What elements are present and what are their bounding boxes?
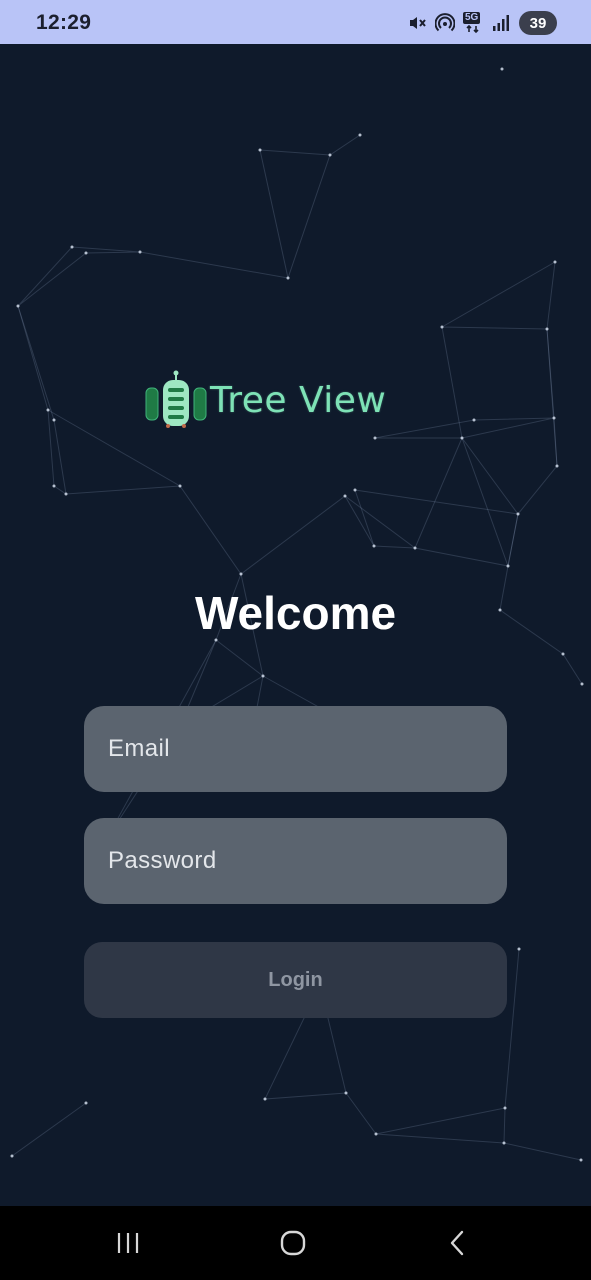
logo-text: Tree View (210, 379, 387, 421)
network-type-label: 5G (463, 12, 481, 24)
mute-icon (410, 17, 426, 29)
hotspot-icon (435, 13, 455, 32)
email-placeholder: Email (108, 735, 171, 762)
5g-data-icon: 5G (463, 12, 483, 34)
password-field[interactable]: Password (84, 818, 507, 904)
battery-level: 39 (529, 14, 547, 32)
app-logo: Tree View (144, 370, 444, 430)
back-icon (450, 1230, 464, 1256)
login-button-label: Login (268, 968, 323, 991)
back-button[interactable] (418, 1206, 498, 1280)
signal-icon (493, 15, 509, 31)
email-field[interactable]: Email (84, 706, 507, 792)
robot-logo-icon (145, 370, 207, 428)
battery-icon: 39 (519, 11, 557, 35)
home-icon (280, 1230, 306, 1256)
welcome-title: Welcome (194, 587, 397, 639)
home-button[interactable] (253, 1206, 333, 1280)
recent-apps-button[interactable] (88, 1206, 168, 1280)
status-icons: 5G 39 (407, 10, 557, 36)
status-time: 12:29 (36, 11, 92, 34)
navigation-bar (0, 1206, 591, 1280)
status-bar: 12:29 5G 39 (0, 0, 591, 44)
login-button[interactable]: Login (84, 942, 507, 1018)
password-placeholder: Password (108, 847, 217, 874)
recent-apps-icon (117, 1233, 139, 1253)
